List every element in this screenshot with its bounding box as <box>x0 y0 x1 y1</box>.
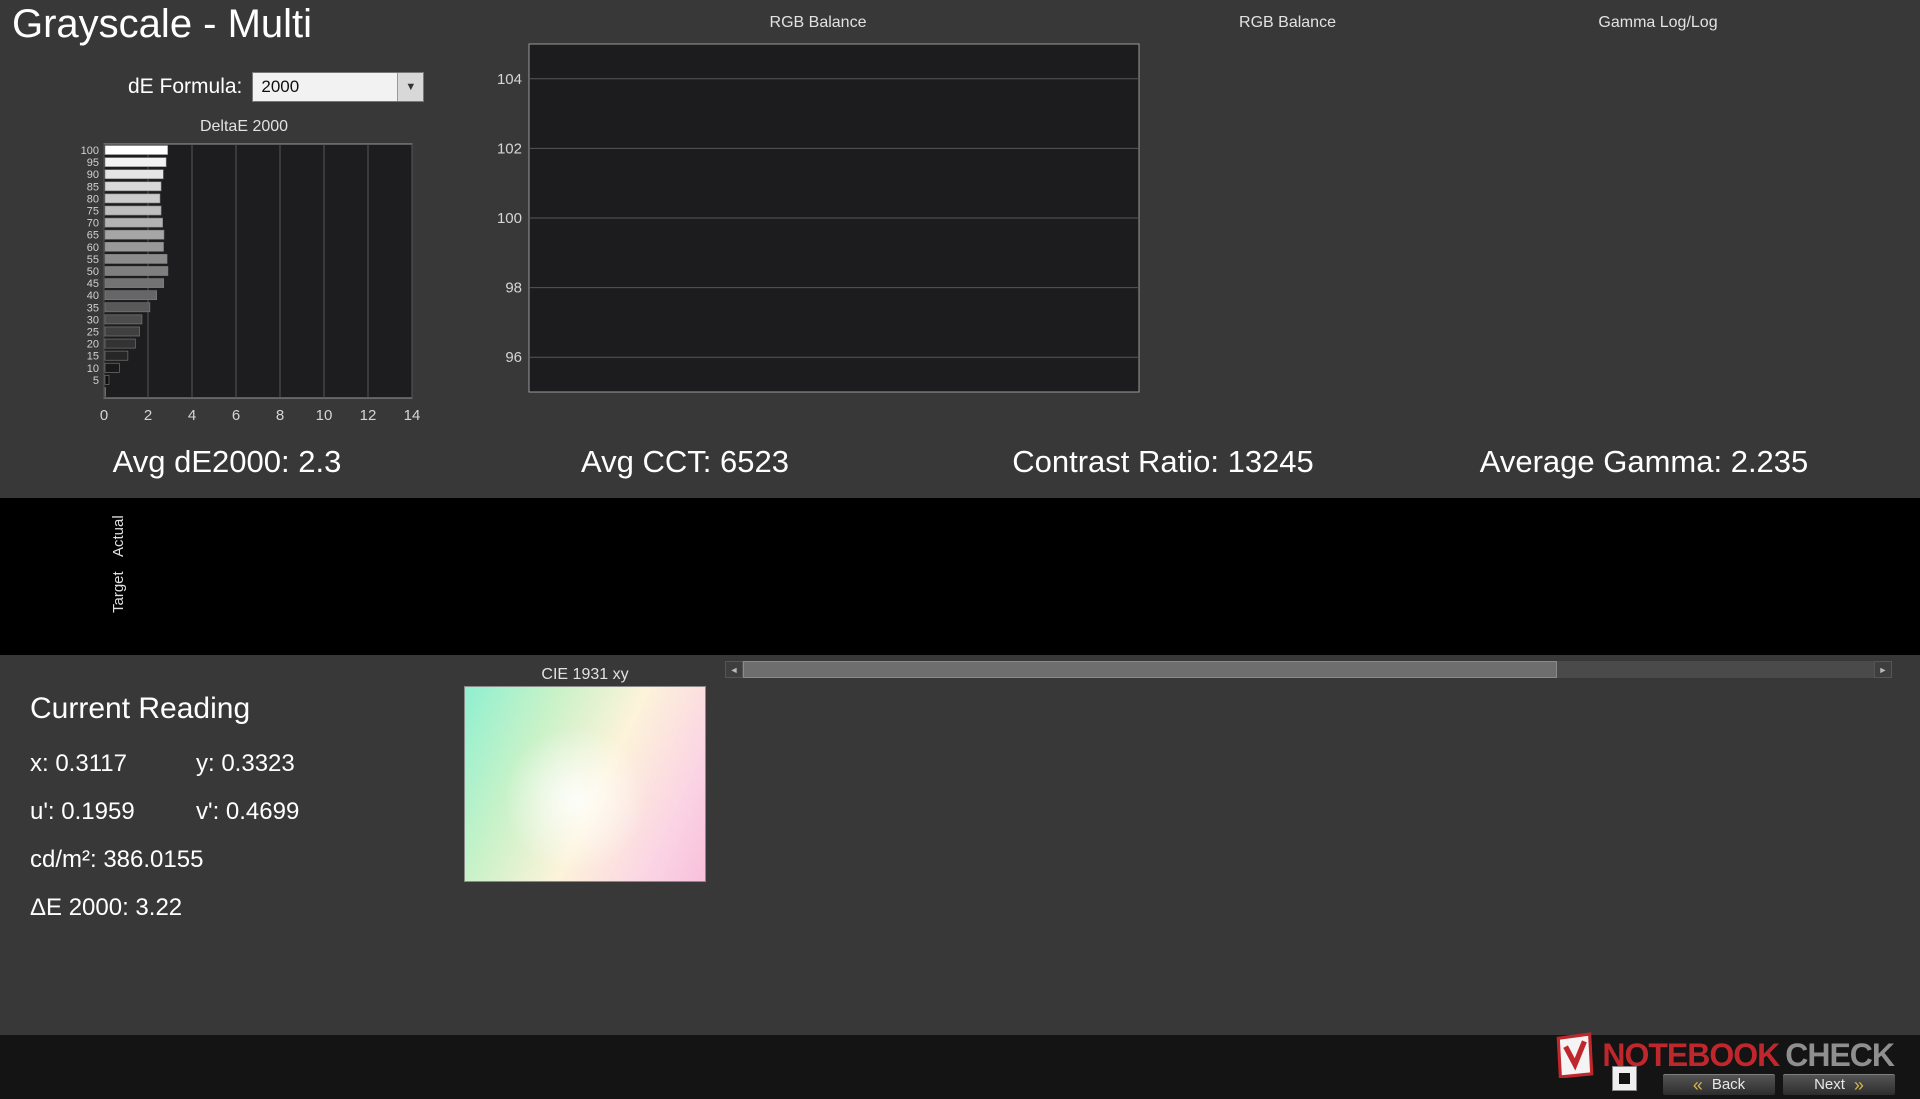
svg-text:12: 12 <box>360 407 377 424</box>
svg-text:104: 104 <box>497 71 522 88</box>
scroll-right-button[interactable]: ► <box>1874 661 1892 678</box>
avg-de2000-readout: Avg dE2000: 2.3 <box>112 444 342 479</box>
svg-text:4: 4 <box>188 407 196 424</box>
svg-text:6: 6 <box>232 407 240 424</box>
actual-row-label: Actual <box>110 515 127 557</box>
svg-text:100: 100 <box>81 145 99 157</box>
rgb-balance-bar-chart: RGB Balance <box>1190 12 1385 189</box>
footer-bar: NOTEBOOK CHECK « Back Next » <box>0 1032 1920 1099</box>
svg-text:98: 98 <box>505 280 522 297</box>
svg-text:8: 8 <box>276 407 284 424</box>
nav-buttons: « Back Next » <box>1662 1073 1896 1096</box>
svg-text:15: 15 <box>87 351 99 363</box>
gamma-loglog-chart: Gamma Log/Log <box>1424 12 1892 189</box>
svg-text:14: 14 <box>404 407 420 424</box>
back-button[interactable]: « Back <box>1662 1073 1776 1096</box>
calibration-app: Grayscale - Multi dE Formula: 2000 ▼ Del… <box>0 0 1920 1099</box>
svg-text:90: 90 <box>87 169 99 181</box>
svg-text:95: 95 <box>87 157 99 169</box>
svg-text:2: 2 <box>144 407 152 424</box>
svg-text:60: 60 <box>87 242 99 254</box>
svg-text:80: 80 <box>87 193 99 205</box>
average-gamma-readout: Average Gamma: 2.235 <box>1479 444 1809 479</box>
svg-text:10: 10 <box>87 363 99 375</box>
deltae-chart-canvas: 0 2 4 6 8 10 12 14 10095908580757065605550454035… <box>81 143 420 424</box>
pattern-window-icon-inner <box>1619 1073 1630 1084</box>
svg-text:100: 100 <box>497 210 522 227</box>
next-arrow-icon: » <box>1853 1074 1864 1095</box>
rgb-bar-chart-title: RGB Balance <box>1239 14 1336 31</box>
svg-text:40: 40 <box>87 290 99 302</box>
rgb-line-chart-title: RGB Balance <box>769 14 867 31</box>
contrast-ratio-readout: Contrast Ratio: 13245 <box>1012 444 1314 479</box>
logo-text-check: CHECK <box>1785 1036 1895 1073</box>
table-horizontal-scrollbar[interactable]: ◄ ► <box>725 661 1892 678</box>
svg-text:50: 50 <box>87 266 99 278</box>
cie-chart-title: CIE 1931 xy <box>541 666 629 683</box>
cie-x-axis-labels <box>464 882 706 904</box>
back-label: Back <box>1711 1076 1746 1093</box>
chevron-down-icon[interactable]: ▼ <box>397 73 424 101</box>
svg-text:55: 55 <box>87 254 99 266</box>
next-button[interactable]: Next » <box>1782 1073 1896 1096</box>
deltae-chart-title: DeltaE 2000 <box>199 118 289 135</box>
current-reading-panel: Current Reading x: 0.3117 y: 0.3323 u': … <box>30 692 299 942</box>
avg-cct-readout: Avg CCT: 6523 <box>581 444 789 479</box>
de-formula-dropdown[interactable]: 2000 ▼ <box>252 72 425 102</box>
page-title: Grayscale - Multi <box>12 2 313 46</box>
reading-u: u': 0.1959 <box>30 798 135 825</box>
cie-y-axis-labels <box>420 686 464 882</box>
svg-text:10: 10 <box>316 407 333 424</box>
cie-plot-canvas <box>465 687 765 837</box>
gamma-chart-title: Gamma Log/Log <box>1598 14 1718 31</box>
cie-1931-chart: CIE 1931 xy <box>420 664 720 904</box>
rgb-balance-line-chart: RGB Balance 96 98 100 102 104 <box>487 12 1149 439</box>
scroll-left-button[interactable]: ◄ <box>725 661 743 678</box>
gamma-chart-canvas <box>1424 34 1724 184</box>
grayscale-ramp-panel: Actual Target <box>0 498 1920 655</box>
rgb-line-chart-canvas: 96 98 100 102 104 <box>497 43 1140 393</box>
svg-text:65: 65 <box>87 230 99 242</box>
de-formula-row: dE Formula: 2000 ▼ <box>128 72 425 102</box>
de-formula-label: dE Formula: <box>128 75 243 98</box>
back-arrow-icon: « <box>1692 1074 1703 1095</box>
svg-text:70: 70 <box>87 218 99 230</box>
measurement-table: ◄ ► <box>725 660 1892 678</box>
current-reading-heading: Current Reading <box>30 692 251 725</box>
notebookcheck-check-icon <box>1556 1032 1594 1078</box>
reading-luminance: cd/m²: 386.0155 <box>30 846 204 873</box>
reading-x: x: 0.3117 <box>30 750 127 777</box>
de-formula-value: 2000 <box>261 77 300 96</box>
target-row-label: Target <box>110 571 127 613</box>
svg-text:85: 85 <box>87 181 99 193</box>
svg-text:5: 5 <box>93 375 99 387</box>
next-label: Next <box>1814 1076 1845 1093</box>
reading-y: y: 0.3323 <box>196 750 295 777</box>
svg-text:96: 96 <box>505 349 522 366</box>
svg-text:75: 75 <box>87 206 99 218</box>
svg-text:20: 20 <box>87 339 99 351</box>
svg-text:30: 30 <box>87 314 99 326</box>
scrollbar-thumb[interactable] <box>743 661 1558 678</box>
cie-chromaticity-plot <box>464 686 706 882</box>
svg-text:45: 45 <box>87 278 99 290</box>
svg-text:25: 25 <box>87 326 99 338</box>
svg-text:0: 0 <box>100 407 108 424</box>
scrollbar-track[interactable] <box>743 661 1874 678</box>
deltae-2000-chart: DeltaE 2000 0 2 4 6 8 10 12 14 100 95 90 85 80 75 70 65… <box>68 116 421 445</box>
svg-text:35: 35 <box>87 302 99 314</box>
pattern-window-icon[interactable] <box>1612 1066 1637 1091</box>
svg-text:102: 102 <box>497 140 522 157</box>
reading-de2000: ΔE 2000: 3.22 <box>30 894 183 921</box>
reading-v: v': 0.4699 <box>196 798 300 825</box>
